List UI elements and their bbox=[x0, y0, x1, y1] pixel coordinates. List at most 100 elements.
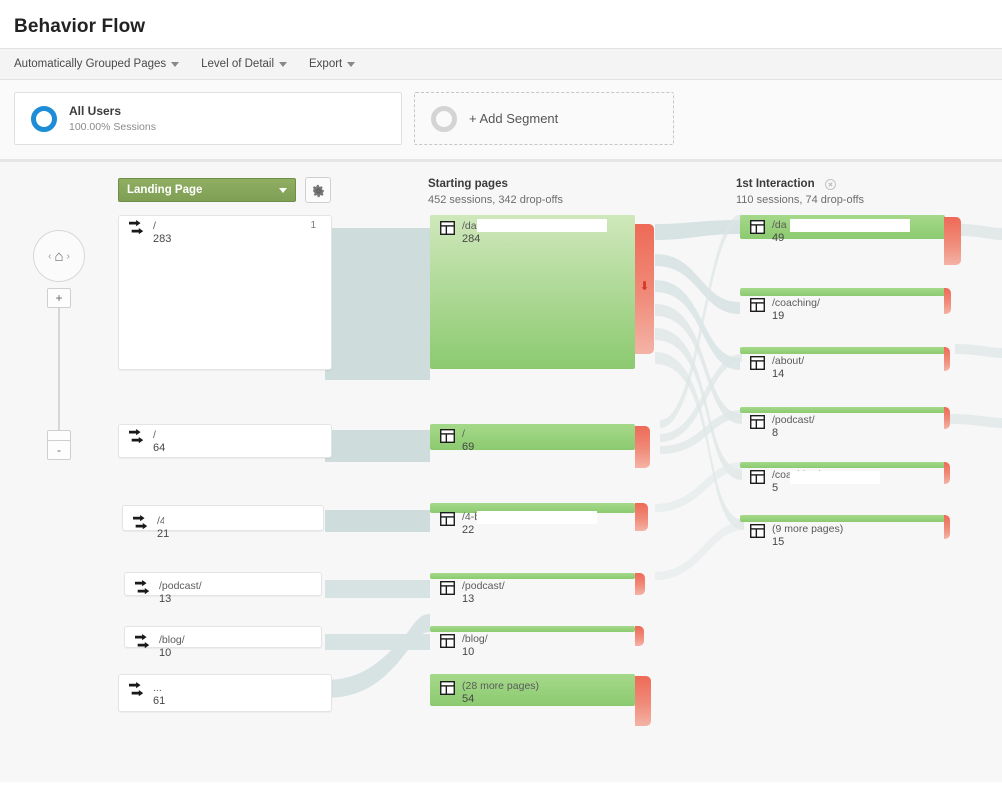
flow-node-value: 13 bbox=[159, 593, 172, 606]
flow-node-value: 284 bbox=[462, 233, 481, 246]
zoom-slider-track[interactable] bbox=[58, 290, 60, 442]
flow-node-path: /podcast/ bbox=[772, 414, 815, 426]
column-title: 1st Interaction bbox=[736, 178, 815, 190]
page-icon bbox=[440, 681, 455, 695]
toolbar: Automatically Grouped Pages Level of Det… bbox=[0, 48, 1002, 80]
flow-node-value: 8 bbox=[772, 427, 779, 440]
traffic-source-icon bbox=[133, 515, 148, 530]
drop-off-bar[interactable] bbox=[944, 407, 950, 429]
flow-node-path: /about/ bbox=[772, 355, 805, 367]
flow-node-value: 10 bbox=[462, 646, 475, 659]
zoom-in-button[interactable]: + bbox=[47, 288, 71, 308]
flow-node-value: 64 bbox=[153, 442, 166, 455]
flow-node[interactable]: ... 61 bbox=[118, 674, 332, 712]
flow-node-path: / bbox=[462, 428, 465, 440]
flow-node[interactable]: /podcast/ 8 bbox=[740, 407, 945, 439]
drop-off-bar[interactable] bbox=[944, 288, 951, 314]
flow-node[interactable]: /4-b 22 bbox=[430, 503, 635, 536]
drop-off-bar[interactable] bbox=[944, 217, 961, 265]
flow-node-value: 15 bbox=[772, 536, 785, 549]
page-icon bbox=[750, 220, 765, 234]
flow-node-path: /coaching/ bbox=[772, 297, 820, 309]
add-segment-label: + Add Segment bbox=[469, 111, 559, 126]
drop-off-bar[interactable] bbox=[635, 626, 644, 646]
drop-off-bar[interactable] bbox=[944, 347, 950, 371]
flow-node-value: 21 bbox=[157, 528, 170, 541]
drop-off-bar[interactable] bbox=[944, 462, 950, 484]
prev-step-icon[interactable]: ‹ bbox=[48, 251, 51, 262]
toolbar-export-label: Export bbox=[309, 58, 343, 70]
segment-all-users[interactable]: All Users 100.00% Sessions bbox=[14, 92, 402, 145]
redaction-block bbox=[477, 511, 597, 524]
dimension-select-label: Landing Page bbox=[127, 184, 203, 196]
flow-node[interactable]: (9 more pages) 15 bbox=[740, 515, 945, 548]
flow-node[interactable]: /podcast/ 13 bbox=[430, 573, 635, 605]
flow-node-path: /blog/ bbox=[462, 633, 488, 645]
flow-node-value: 22 bbox=[462, 524, 475, 537]
flow-node-value: 13 bbox=[462, 593, 475, 606]
drop-off-bar[interactable] bbox=[635, 676, 651, 726]
column-header-first-interaction: 1st Interaction 110 sessions, 74 drop-of… bbox=[736, 176, 864, 209]
column-header-starting-pages: Starting pages 452 sessions, 342 drop-of… bbox=[428, 176, 563, 209]
flow-node[interactable]: /blog/ 10 bbox=[430, 626, 635, 658]
chevron-down-icon bbox=[171, 61, 180, 67]
settings-button[interactable] bbox=[305, 177, 331, 203]
next-step-icon[interactable]: › bbox=[67, 251, 70, 262]
add-segment-button[interactable]: + Add Segment bbox=[414, 92, 674, 145]
page-icon bbox=[440, 634, 455, 648]
column-subtitle: 110 sessions, 74 drop-offs bbox=[736, 193, 865, 206]
drop-off-bar[interactable] bbox=[635, 503, 648, 531]
flow-node[interactable]: /blog/ 10 bbox=[124, 626, 322, 659]
zoom-out-button[interactable]: - bbox=[47, 440, 71, 460]
flow-node[interactable]: /podcast/ 13 bbox=[124, 572, 322, 605]
redaction-block bbox=[477, 219, 607, 232]
flow-node[interactable]: /about/ 14 bbox=[740, 347, 945, 380]
page-icon bbox=[440, 221, 455, 235]
page-title: Behavior Flow bbox=[14, 16, 146, 37]
traffic-source-icon bbox=[129, 682, 144, 697]
flow-node[interactable]: /coaching/ 19 bbox=[740, 288, 945, 322]
drop-off-arrow-icon: ⬇ bbox=[639, 279, 650, 293]
page-icon bbox=[750, 298, 765, 312]
flow-node-value: 69 bbox=[462, 441, 475, 454]
flow-node-badge: 1 bbox=[310, 220, 316, 231]
flow-node-value: 54 bbox=[462, 693, 475, 706]
toolbar-item-level-of-detail[interactable]: Level of Detail bbox=[201, 58, 288, 70]
flow-node-value: 19 bbox=[772, 310, 785, 323]
traffic-source-icon bbox=[135, 634, 150, 649]
flow-node[interactable]: (28 more pages) 54 bbox=[430, 674, 635, 706]
column-subtitle: 452 sessions, 342 drop-offs bbox=[428, 193, 563, 206]
segment-bar: All Users 100.00% Sessions + Add Segment bbox=[0, 80, 1002, 162]
flow-node-value: 283 bbox=[153, 233, 172, 246]
flow-node[interactable]: /da o/ 49 bbox=[740, 215, 945, 244]
chevron-down-icon bbox=[279, 61, 288, 67]
chevron-down-icon bbox=[347, 61, 356, 67]
flow-node[interactable]: /coaching/ 5 bbox=[740, 462, 945, 494]
flow-node[interactable]: / 64 bbox=[118, 424, 332, 458]
flow-node[interactable]: /4- 21 bbox=[122, 505, 324, 540]
dimension-select[interactable]: Landing Page bbox=[118, 178, 296, 202]
toolbar-item-export[interactable]: Export bbox=[309, 58, 356, 70]
flow-node-value: 10 bbox=[159, 647, 172, 660]
drop-off-bar[interactable] bbox=[635, 573, 645, 595]
drop-off-bar[interactable] bbox=[944, 515, 950, 539]
segment-name: All Users bbox=[69, 104, 122, 119]
toolbar-item-grouped-pages[interactable]: Automatically Grouped Pages bbox=[14, 58, 180, 70]
flow-node[interactable]: /di 283 1 bbox=[118, 215, 332, 370]
drop-off-bar[interactable]: ⬇ bbox=[635, 224, 654, 354]
flow-node-value: 5 bbox=[772, 482, 779, 495]
page-icon bbox=[750, 415, 765, 429]
flow-node[interactable]: / 69 bbox=[430, 424, 635, 453]
flow-node-path: / bbox=[153, 429, 156, 441]
flow-node-path: (28 more pages) bbox=[462, 680, 540, 692]
drop-off-bar[interactable] bbox=[635, 426, 650, 468]
flow-node[interactable]: /dai 284 bbox=[430, 215, 635, 369]
flow-canvas[interactable]: ‹ ⌂ › + - Landing Page Starting pages 45… bbox=[0, 162, 1002, 782]
page-icon bbox=[440, 512, 455, 526]
flow-node-path: /blog/ bbox=[159, 634, 185, 646]
home-icon: ⌂ bbox=[54, 247, 64, 265]
chevron-down-icon bbox=[279, 187, 287, 193]
remove-step-icon[interactable] bbox=[824, 178, 836, 190]
home-reset-button[interactable]: ‹ ⌂ › bbox=[33, 230, 85, 282]
flow-node-path: (9 more pages) bbox=[772, 523, 844, 535]
